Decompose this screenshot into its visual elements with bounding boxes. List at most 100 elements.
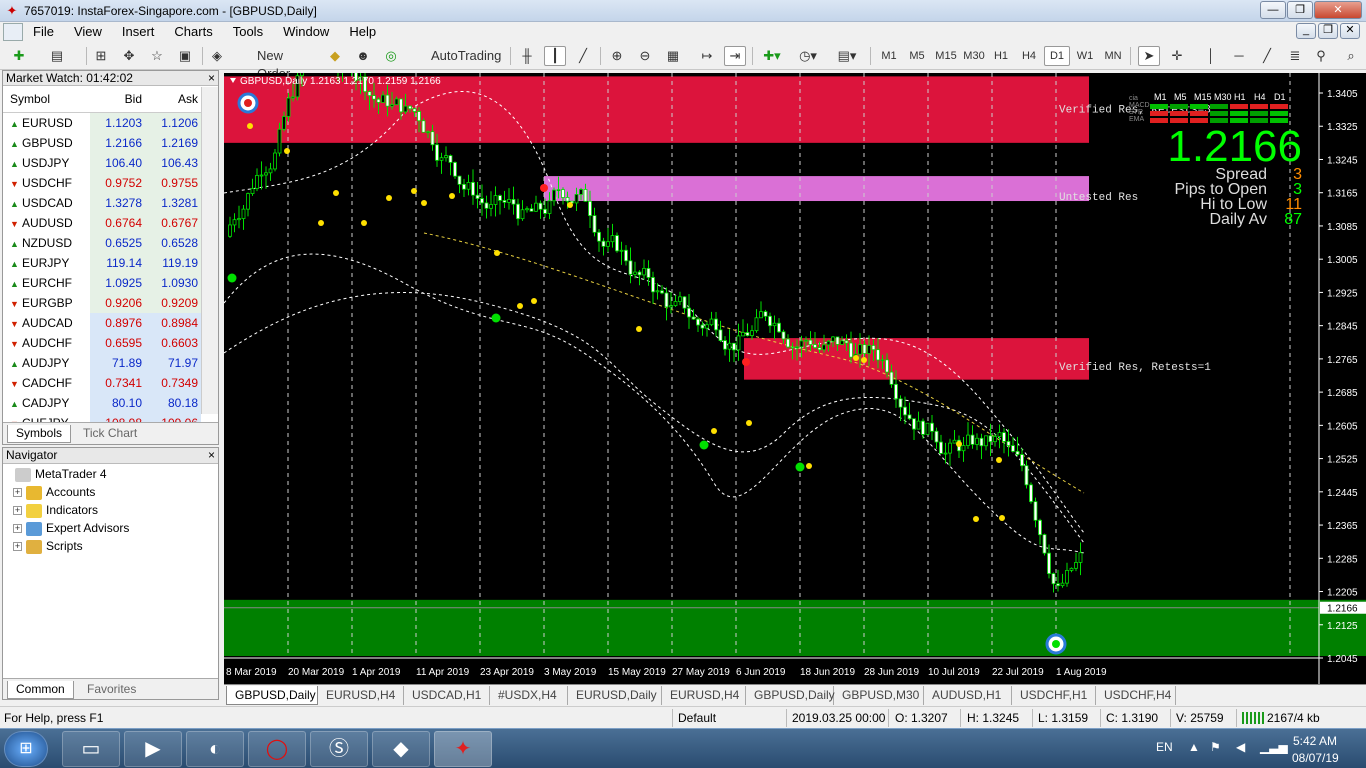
expand-icon[interactable]: + [13, 488, 22, 498]
market-watch-row[interactable]: ▲ GBPUSD 1.2166 1.2169 [3, 133, 218, 153]
mdi-chart-icon[interactable] [3, 23, 23, 41]
market-watch-row[interactable]: ▲ AUDJPY 71.89 71.97 [3, 353, 218, 373]
mdi-minimize-button[interactable]: _ [1296, 23, 1316, 39]
strategy-tester-icon[interactable]: ◈ [206, 46, 228, 66]
market-watch-row[interactable]: ▲ USDCAD 1.3278 1.3281 [3, 193, 218, 213]
vpn-icon[interactable]: ◆ [372, 731, 430, 767]
skype-icon[interactable]: Ⓢ [310, 731, 368, 767]
market-watch-row[interactable]: ▲ EURJPY 119.14 119.19 [3, 253, 218, 273]
menu-file[interactable]: File [23, 22, 64, 42]
market-watch-row[interactable]: ▼ AUDCAD 0.8976 0.8984 [3, 313, 218, 333]
tf-m15[interactable]: M15 [932, 46, 960, 66]
tray-flag-icon[interactable]: ⚑ [1210, 740, 1221, 754]
tf-m5[interactable]: M5 [904, 46, 930, 66]
nav-indicators[interactable]: + Indicators [13, 501, 98, 519]
tf-d1[interactable]: D1 [1044, 46, 1070, 66]
nav-expert-advisors[interactable]: + Expert Advisors [13, 519, 129, 537]
experts-icon[interactable]: ☻ [352, 46, 374, 66]
bar-chart-icon[interactable]: ╫ [516, 46, 538, 66]
nav-root[interactable]: MetaTrader 4 [15, 465, 107, 483]
opera-icon[interactable]: ◯ [248, 731, 306, 767]
close-icon[interactable]: × [208, 448, 215, 463]
menu-insert[interactable]: Insert [112, 22, 165, 42]
market-watch-icon[interactable]: ⊞ [90, 46, 112, 66]
autotrading-button[interactable]: AutoTrading [408, 46, 502, 66]
expand-icon[interactable]: + [13, 542, 22, 552]
chart-tab[interactable]: EURUSD,Daily [568, 686, 662, 705]
new-chart-icon[interactable]: ✚ [8, 46, 30, 66]
terminal-icon[interactable]: ▣ [174, 46, 196, 66]
market-watch-row[interactable]: ▲ USDJPY 106.40 106.43 [3, 153, 218, 173]
metaeditor-icon[interactable]: ◆ [324, 46, 346, 66]
expand-icon[interactable]: + [13, 506, 22, 516]
file-explorer-icon[interactable]: ▭ [62, 731, 120, 767]
market-watch-row[interactable]: ▼ USDCHF 0.9752 0.9755 [3, 173, 218, 193]
navigator-icon[interactable]: ☆ [146, 46, 168, 66]
tf-h4[interactable]: H4 [1016, 46, 1042, 66]
horizontal-line-icon[interactable]: ─ [1228, 46, 1250, 66]
tf-m30[interactable]: M30 [960, 46, 988, 66]
templates-icon[interactable]: ▤▾ [830, 46, 864, 66]
tab-symbols[interactable]: Symbols [7, 425, 72, 443]
tray-date[interactable]: 08/07/19 [1292, 751, 1339, 765]
close-icon[interactable]: × [208, 71, 215, 85]
nav-accounts[interactable]: + Accounts [13, 483, 95, 501]
mdi-restore-button[interactable]: ❐ [1318, 23, 1338, 39]
chart-window[interactable]: Verified Res, Retests=3 Untested Res Verif… [223, 39, 1366, 684]
periods-icon[interactable]: ◷▾ [794, 46, 822, 66]
search-icon[interactable]: ⌕ [1340, 46, 1362, 66]
market-watch-row[interactable]: ▲ NZDUSD 0.6525 0.6528 [3, 233, 218, 253]
zoom-in-icon[interactable]: ⊕ [606, 46, 628, 66]
menu-charts[interactable]: Charts [164, 22, 222, 42]
zoom-out-icon[interactable]: ⊖ [634, 46, 656, 66]
chart-tab[interactable]: AUDUSD,H1 [924, 686, 1012, 705]
metatrader-taskbar-icon[interactable]: ✦ [434, 731, 492, 767]
tab-tick-chart[interactable]: Tick Chart [75, 425, 145, 443]
chart-tab[interactable]: GBPUSD,Daily [746, 686, 835, 705]
candlestick-icon[interactable]: ┃ [544, 46, 566, 66]
indicators-icon[interactable]: ✚▾ [758, 46, 786, 66]
chart-tab[interactable]: GBPUSD,Daily [226, 686, 318, 705]
menu-tools[interactable]: Tools [223, 22, 273, 42]
mdi-close-button[interactable]: ✕ [1340, 23, 1360, 39]
market-watch-row[interactable]: ▲ EURUSD 1.1203 1.1206 [3, 113, 218, 133]
chart-tab[interactable]: USDCHF,H4 [1096, 686, 1176, 705]
vertical-line-icon[interactable]: │ [1200, 46, 1222, 66]
line-chart-icon[interactable]: ╱ [572, 46, 594, 66]
market-watch-scrollbar[interactable] [201, 87, 218, 414]
tab-common[interactable]: Common [7, 681, 74, 699]
fibonacci-icon[interactable]: ≣ [1284, 46, 1306, 66]
price-chart[interactable]: Verified Res, Retests=3Untested ResVerif… [223, 39, 1366, 684]
expand-icon[interactable]: + [13, 524, 22, 534]
chart-tab[interactable]: USDCAD,H1 [404, 686, 490, 705]
uc-browser-icon[interactable]: ◐ [186, 731, 244, 767]
market-watch-row[interactable]: ▼ EURGBP 0.9206 0.9209 [3, 293, 218, 313]
tab-favorites[interactable]: Favorites [79, 681, 144, 699]
chart-tab[interactable]: #USDX,H4 [490, 686, 568, 705]
tf-h1[interactable]: H1 [988, 46, 1014, 66]
menu-view[interactable]: View [64, 22, 112, 42]
chart-tab[interactable]: USDCHF,H1 [1012, 686, 1096, 705]
chart-shift-icon[interactable]: ⇥ [724, 46, 746, 66]
minimize-button[interactable]: — [1260, 1, 1286, 19]
trendline-icon[interactable]: ╱ [1256, 46, 1278, 66]
close-button[interactable]: ✕ [1314, 1, 1362, 19]
cursor-icon[interactable]: ➤ [1138, 46, 1160, 66]
chart-tab[interactable]: EURUSD,H4 [318, 686, 404, 705]
tray-time[interactable]: 5:42 AM [1293, 734, 1337, 748]
menu-window[interactable]: Window [273, 22, 339, 42]
crosshair-icon[interactable]: ✛ [1166, 46, 1188, 66]
text-tool-icon[interactable]: ⚲ [1310, 46, 1332, 66]
col-symbol[interactable]: Symbol [3, 86, 90, 112]
market-watch-row[interactable]: ▼ AUDUSD 0.6764 0.6767 [3, 213, 218, 233]
new-order-button[interactable]: New Order [236, 46, 318, 81]
tray-language[interactable]: EN [1156, 740, 1173, 754]
col-ask[interactable]: Ask [145, 86, 201, 112]
nav-scripts[interactable]: + Scripts [13, 537, 83, 555]
tf-m1[interactable]: M1 [876, 46, 902, 66]
profiles-icon[interactable]: ▤ [46, 46, 68, 66]
market-watch-row[interactable]: ▼ AUDCHF 0.6595 0.6603 [3, 333, 218, 353]
start-button[interactable]: ⊞ [4, 731, 48, 767]
data-window-icon[interactable]: ✥ [118, 46, 140, 66]
tile-windows-icon[interactable]: ▦ [662, 46, 684, 66]
